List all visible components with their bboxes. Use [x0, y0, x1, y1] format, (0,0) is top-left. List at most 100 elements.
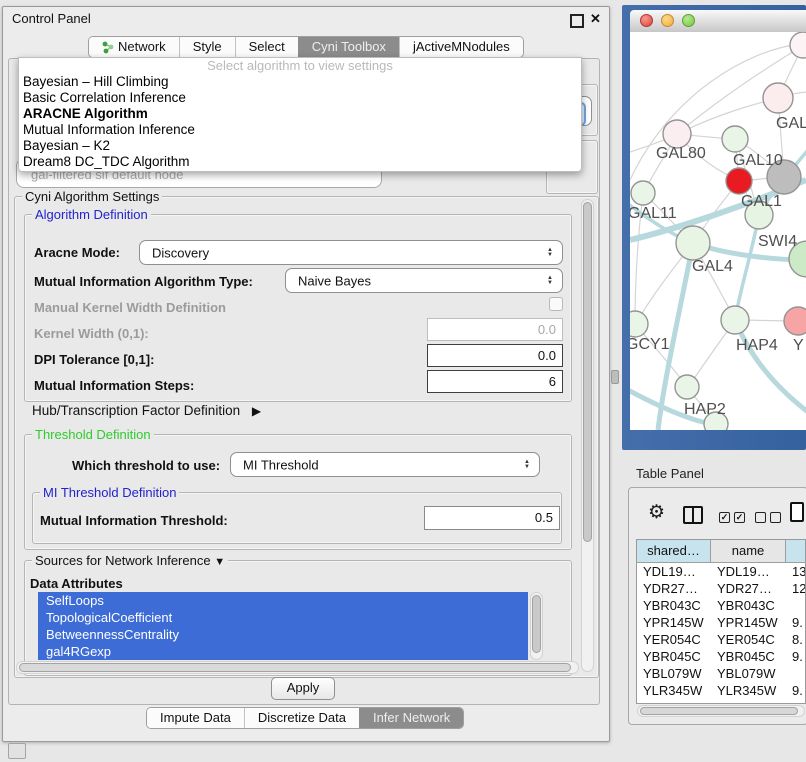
tab-label: Discretize Data: [258, 708, 346, 728]
network-node-gal4[interactable]: [676, 226, 710, 260]
column-header-shared…[interactable]: shared…: [637, 540, 711, 563]
mi-threshold-field[interactable]: 0.5: [424, 506, 560, 530]
mi-type-value: Naive Bayes: [298, 273, 371, 288]
tab-discretize-data[interactable]: Discretize Data: [244, 708, 359, 728]
attributes-scroll-thumb[interactable]: [532, 595, 541, 653]
node-label: Y: [793, 337, 804, 354]
table-row[interactable]: YBL079WYBL079W: [637, 665, 805, 682]
tab-network[interactable]: Network: [89, 37, 179, 57]
algorithm-dropdown-list: Select algorithm to view settings Bayesi…: [18, 57, 582, 172]
tab-infer-network[interactable]: Infer Network: [359, 708, 463, 728]
algorithm-option[interactable]: Bayesian – K2: [19, 138, 581, 154]
column-header-A[interactable]: A: [786, 540, 806, 563]
node-label: GAL4: [692, 258, 733, 275]
split-view-icon[interactable]: [683, 506, 703, 524]
tab-label: Style: [193, 37, 222, 57]
network-node-gal80[interactable]: [663, 120, 691, 148]
tab-select[interactable]: Select: [235, 37, 298, 57]
node-table: shared…nameA YDL19…YDL19…13YDR27…YDR27…1…: [636, 539, 806, 704]
minimize-traffic-light-icon[interactable]: [661, 14, 674, 27]
network-node-gcy1[interactable]: [630, 311, 648, 337]
network-node-y[interactable]: [784, 307, 806, 335]
table-cell: YDL19…: [637, 563, 711, 580]
mi-type-combo[interactable]: Naive Bayes ▲▼: [285, 268, 563, 293]
checked-columns-icon[interactable]: ✓✓: [719, 512, 749, 530]
table-row[interactable]: YBR045CYBR045C9.: [637, 648, 805, 665]
manual-kernel-checkbox[interactable]: [549, 297, 563, 311]
network-node[interactable]: [790, 32, 806, 58]
collapsed-panel-button[interactable]: [8, 743, 26, 759]
table-row[interactable]: YDL19…YDL19…13: [637, 563, 805, 580]
network-window-titlebar[interactable]: [630, 10, 806, 33]
attribute-list-item[interactable]: SelfLoops: [38, 592, 528, 609]
table-row[interactable]: YPR145WYPR145W9.: [637, 614, 805, 631]
algorithm-option[interactable]: ARACNE Algorithm: [19, 106, 581, 122]
collapse-arrow-icon[interactable]: ▼: [214, 556, 225, 568]
table-header-row: shared…nameA: [637, 540, 805, 563]
algorithm-option[interactable]: Bayesian – Hill Climbing: [19, 74, 581, 90]
table-hscroll-thumb[interactable]: [640, 707, 798, 715]
table-horizontal-scrollbar[interactable]: [637, 705, 805, 717]
table-row[interactable]: YBR043CYBR043C: [637, 597, 805, 614]
top-tab-bar: Network Style SelectCyni ToolboxjActiveMNo…: [88, 36, 524, 58]
settings-vertical-scrollbar[interactable]: [581, 199, 594, 672]
settings-hscroll-thumb[interactable]: [19, 663, 571, 672]
table-cell: YPR145W: [637, 614, 711, 631]
table-row[interactable]: YIL052CYIL052C9: [637, 699, 805, 704]
network-node-gal[interactable]: [763, 83, 793, 113]
network-node-gal1[interactable]: [726, 168, 752, 194]
tab-style[interactable]: Style: [179, 37, 235, 57]
table-cell: YIL052C: [711, 699, 786, 704]
algorithm-option[interactable]: Dream8 DC_TDC Algorithm: [19, 154, 581, 170]
combo-stepper-icon: ▲▼: [524, 460, 530, 470]
network-node-gal10[interactable]: [722, 126, 748, 152]
document-icon[interactable]: [790, 502, 804, 522]
close-traffic-light-icon[interactable]: [640, 14, 653, 27]
mi-steps-field[interactable]: 6: [427, 370, 563, 393]
unchecked-columns-icon[interactable]: [755, 512, 785, 530]
kernel-width-field[interactable]: 0.0: [427, 318, 563, 341]
algorithm-option[interactable]: Basic Correlation Inference: [19, 90, 581, 106]
table-cell: YBR043C: [711, 597, 786, 614]
hub-definition-toggle[interactable]: Hub/Transcription Factor Definition ▶: [32, 403, 261, 418]
expand-arrow-icon[interactable]: ▶: [252, 404, 261, 418]
attributes-list-scrollbar[interactable]: [530, 592, 543, 660]
node-label: HAP4: [736, 337, 778, 354]
tab-impute-data[interactable]: Impute Data: [147, 708, 244, 728]
table-row[interactable]: YLR345WYLR345W9.: [637, 682, 805, 699]
table-body: YDL19…YDL19…13YDR27…YDR27…12YBR043CYBR04…: [637, 563, 805, 704]
close-icon[interactable]: ✕: [590, 13, 601, 25]
table-row[interactable]: YER054CYER054C8.: [637, 631, 805, 648]
attribute-list-item[interactable]: gal4RGexp: [38, 643, 528, 660]
apply-button[interactable]: Apply: [271, 677, 335, 700]
aracne-mode-label: Aracne Mode:: [34, 245, 120, 260]
settings-horizontal-scrollbar[interactable]: [16, 661, 579, 674]
algorithm-definition-title: Algorithm Definition: [32, 207, 151, 222]
node-label: GAL1: [741, 193, 782, 210]
table-panel-title: Table Panel: [636, 466, 704, 481]
algorithm-option[interactable]: Mutual Information Inference: [19, 122, 581, 138]
tab-cyni-toolbox[interactable]: Cyni Toolbox: [298, 37, 399, 57]
settings-vscroll-thumb[interactable]: [583, 202, 592, 542]
aracne-mode-combo[interactable]: Discovery ▲▼: [139, 240, 563, 265]
attribute-list-item[interactable]: BetweennessCentrality: [38, 626, 528, 643]
network-canvas[interactable]: GALGAL80GAL10GAL1GAL11SWI4GAL4GCY1HAP4YH…: [630, 32, 806, 430]
which-threshold-combo[interactable]: MI Threshold ▲▼: [230, 452, 540, 477]
network-node-hap2[interactable]: [675, 375, 699, 399]
tab-jactivemnodules[interactable]: jActiveMNodules: [399, 37, 523, 57]
network-icon: [102, 40, 114, 54]
network-node-gal11[interactable]: [631, 181, 655, 205]
float-window-icon[interactable]: [570, 14, 584, 28]
sources-group-title[interactable]: Sources for Network Inference ▼: [32, 553, 228, 568]
zoom-traffic-light-icon[interactable]: [682, 14, 695, 27]
network-node-hap4[interactable]: [721, 306, 749, 334]
gear-icon[interactable]: ⚙: [648, 503, 665, 523]
tab-label: Infer Network: [373, 708, 450, 728]
bottom-tab-bar: Impute Data Discretize Data Infer Network: [146, 707, 464, 729]
dpi-tolerance-field[interactable]: 0.0: [427, 344, 563, 367]
split-pane-grip[interactable]: [611, 370, 619, 384]
table-row[interactable]: YDR27…YDR27…12: [637, 580, 805, 597]
attribute-list-item[interactable]: TopologicalCoefficient: [38, 609, 528, 626]
column-header-name[interactable]: name: [711, 540, 786, 563]
node-label: SWI4: [758, 233, 797, 250]
